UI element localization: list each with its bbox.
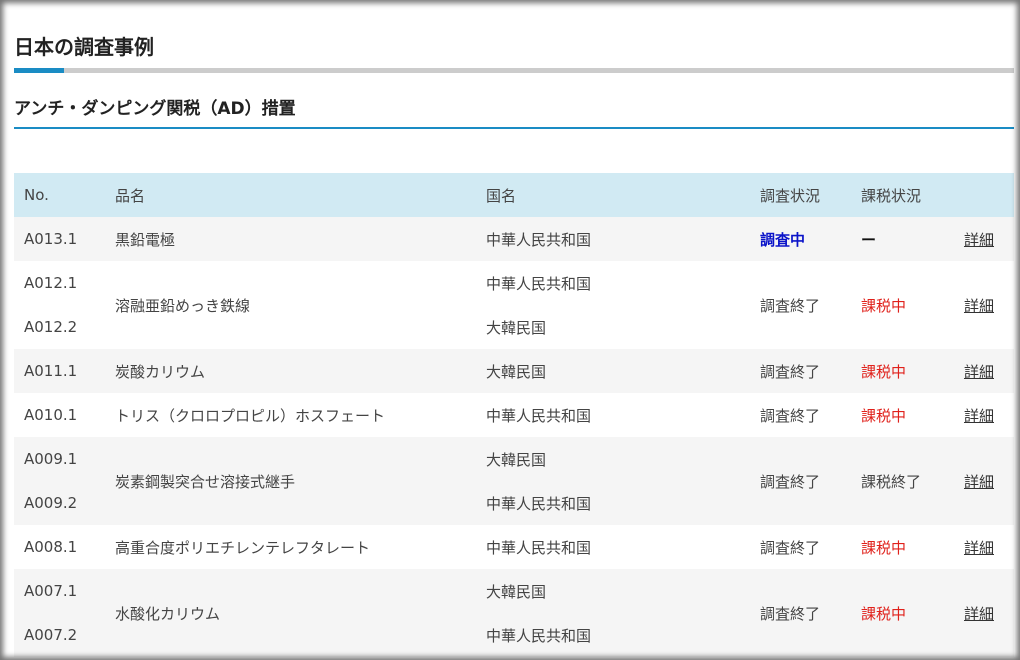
investigation-status-text: 調査終了 — [760, 296, 821, 315]
header-investigation: 調査状況 — [750, 173, 851, 217]
case-number: A007.2 — [14, 613, 105, 657]
taxation-status: 課税中 — [851, 349, 938, 393]
taxation-status: 課税終了 — [851, 437, 938, 525]
taxation-status-text: 課税中 — [861, 296, 907, 315]
country-name: 中華人民共和国 — [476, 261, 750, 305]
table-row: A009.1 炭素鋼製突合せ溶接式継手 大韓民国 調査終了 課税終了 詳細 — [14, 437, 1014, 525]
product-name: 高重合度ポリエチレンテレフタレート — [105, 525, 476, 569]
product-name: 溶融亜鉛めっき鉄線 — [105, 261, 476, 349]
case-number: A011.1 — [14, 349, 105, 393]
country-name: 中華人民共和国 — [476, 525, 750, 569]
product-name: 黒鉛電極 — [105, 217, 476, 261]
investigation-status-text: 調査終了 — [760, 406, 821, 425]
investigation-status-text: 調査終了 — [760, 472, 821, 491]
country-name: 大韓民国 — [476, 569, 750, 613]
taxation-status: 課税中 — [851, 525, 938, 569]
table-header-row: No. 品名 国名 調査状況 課税状況 — [14, 173, 1014, 217]
country-name: 大韓民国 — [476, 349, 750, 393]
header-country: 国名 — [476, 173, 750, 217]
product-name: 炭酸カリウム — [105, 349, 476, 393]
country-name: 中華人民共和国 — [476, 393, 750, 437]
table-row: A008.1 高重合度ポリエチレンテレフタレート 中華人民共和国 調査終了 課税中 詳細 — [14, 525, 1014, 569]
page-title: 日本の調査事例 — [14, 35, 154, 59]
product-name: 炭素鋼製突合せ溶接式継手 — [105, 437, 476, 525]
taxation-status: 課税中 — [851, 393, 938, 437]
table-row: A012.1 溶融亜鉛めっき鉄線 中華人民共和国 調査終了 課税中 詳細 — [14, 261, 1014, 349]
case-number: A012.2 — [14, 305, 105, 349]
investigation-status-text: 調査終了 — [760, 604, 821, 623]
table-row: A011.1 炭酸カリウム 大韓民国 調査終了 課税中 詳細 — [14, 349, 1014, 393]
detail-link[interactable]: 詳細 — [964, 473, 994, 491]
cases-table: No. 品名 国名 調査状況 課税状況 A013.1 黒鉛電極 中華人民共和国 調査中… — [14, 173, 1014, 657]
taxation-status-text: 課税中 — [861, 406, 907, 425]
section-title: アンチ・ダンピング関税（AD）措置 — [14, 99, 1014, 129]
detail-cell: 詳細 — [938, 437, 1014, 525]
case-number: A013.1 — [14, 217, 105, 261]
detail-link[interactable]: 詳細 — [964, 605, 994, 623]
detail-link[interactable]: 詳細 — [964, 407, 994, 425]
detail-link[interactable]: 詳細 — [964, 231, 994, 249]
investigation-status: 調査終了 — [750, 525, 851, 569]
taxation-status-text: 課税中 — [861, 362, 907, 381]
detail-link[interactable]: 詳細 — [964, 539, 994, 557]
title-underline-accent — [14, 68, 64, 73]
case-number: A009.1 — [14, 437, 105, 481]
case-number: A007.1 — [14, 569, 105, 613]
detail-cell: 詳細 — [938, 349, 1014, 393]
detail-link[interactable]: 詳細 — [964, 297, 994, 315]
header-detail — [938, 173, 1014, 217]
table-row: A013.1 黒鉛電極 中華人民共和国 調査中 ー 詳細 — [14, 217, 1014, 261]
detail-cell: 詳細 — [938, 569, 1014, 657]
detail-cell: 詳細 — [938, 217, 1014, 261]
detail-cell: 詳細 — [938, 393, 1014, 437]
table-row: A007.1 水酸化カリウム 大韓民国 調査終了 課税中 詳細 — [14, 569, 1014, 657]
investigation-status-text: 調査終了 — [760, 538, 821, 557]
case-number: A008.1 — [14, 525, 105, 569]
investigation-status: 調査中 — [750, 217, 851, 261]
country-name: 大韓民国 — [476, 305, 750, 349]
taxation-status-text: 課税中 — [861, 604, 907, 623]
taxation-status: 課税中 — [851, 261, 938, 349]
country-name: 中華人民共和国 — [476, 613, 750, 657]
table-row: A010.1 トリス（クロロプロピル）ホスフェート 中華人民共和国 調査終了 課税中 詳細 — [14, 393, 1014, 437]
detail-cell: 詳細 — [938, 525, 1014, 569]
case-number: A012.1 — [14, 261, 105, 305]
case-number: A010.1 — [14, 393, 105, 437]
country-name: 中華人民共和国 — [476, 481, 750, 525]
main-content: 日本の調査事例 アンチ・ダンピング関税（AD）措置 No. 品名 国名 調査状況… — [14, 0, 1014, 657]
investigation-status: 調査終了 — [750, 261, 851, 349]
taxation-status: ー — [851, 217, 938, 261]
country-name: 大韓民国 — [476, 437, 750, 481]
case-number: A009.2 — [14, 481, 105, 525]
investigation-status: 調査終了 — [750, 437, 851, 525]
header-no: No. — [14, 173, 105, 217]
detail-link[interactable]: 詳細 — [964, 363, 994, 381]
investigation-status: 調査終了 — [750, 569, 851, 657]
header-product: 品名 — [105, 173, 476, 217]
taxation-status-text: ー — [861, 230, 877, 249]
taxation-status-text: 課税終了 — [861, 472, 922, 491]
investigation-status: 調査終了 — [750, 393, 851, 437]
taxation-status-text: 課税中 — [861, 538, 907, 557]
investigation-status: 調査終了 — [750, 349, 851, 393]
taxation-status: 課税中 — [851, 569, 938, 657]
table-body: A013.1 黒鉛電極 中華人民共和国 調査中ー詳細 A012.1 溶融亜鉛めっき鉄線 中華… — [14, 217, 1014, 657]
investigation-status-text: 調査中 — [760, 230, 806, 249]
country-name: 中華人民共和国 — [476, 217, 750, 261]
detail-cell: 詳細 — [938, 261, 1014, 349]
title-underline — [14, 68, 1014, 73]
product-name: 水酸化カリウム — [105, 569, 476, 657]
investigation-status-text: 調査終了 — [760, 362, 821, 381]
header-taxation: 課税状況 — [851, 173, 938, 217]
product-name: トリス（クロロプロピル）ホスフェート — [105, 393, 476, 437]
